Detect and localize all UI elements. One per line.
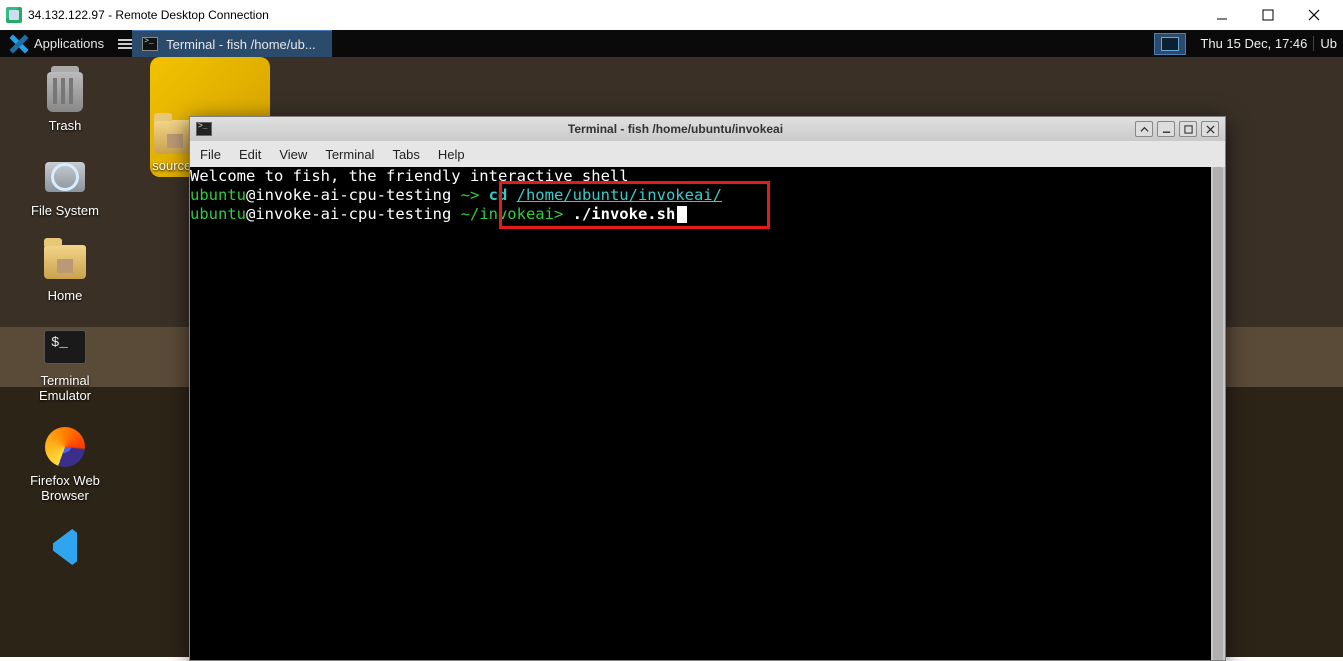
terminal-scrollbar[interactable] xyxy=(1211,167,1225,660)
applications-label: Applications xyxy=(34,36,104,51)
vscode-icon xyxy=(45,527,85,567)
trash-icon xyxy=(47,72,83,112)
terminal-prompt-line: ubuntu@invoke-ai-cpu-testing ~> cd /home… xyxy=(190,186,1225,205)
desktop-icon-firefox[interactable]: Firefox WebBrowser xyxy=(30,425,100,503)
drive-icon xyxy=(45,162,85,192)
menu-tabs[interactable]: Tabs xyxy=(392,147,419,162)
desktop-icon-filesystem[interactable]: File System xyxy=(31,155,99,218)
rdp-title-bar: 34.132.122.97 - Remote Desktop Connectio… xyxy=(0,0,1343,30)
menu-terminal[interactable]: Terminal xyxy=(325,147,374,162)
window-rollup-button[interactable] xyxy=(1135,121,1153,137)
desktop-icon-label: Trash xyxy=(49,118,82,133)
desktop-icon-trash[interactable]: Trash xyxy=(41,70,89,133)
desktop-icon-vscode[interactable] xyxy=(41,525,89,569)
desktop-icon-label: File System xyxy=(31,203,99,218)
window-minimize-button[interactable] xyxy=(1157,121,1175,137)
desktop-icon-terminal[interactable]: TerminalEmulator xyxy=(39,325,91,403)
applications-menu[interactable]: Applications xyxy=(0,30,114,57)
desktop-icon-label: Home xyxy=(48,288,83,303)
panel-user-fragment: Ub xyxy=(1313,36,1343,51)
menu-help[interactable]: Help xyxy=(438,147,465,162)
window-maximize-button[interactable] xyxy=(1179,121,1197,137)
xfce-logo-icon xyxy=(10,35,28,53)
terminal-icon xyxy=(196,122,212,136)
terminal-title-text: Terminal - fish /home/ubuntu/invokeai xyxy=(220,122,1131,136)
menu-view[interactable]: View xyxy=(279,147,307,162)
xfce-panel: Applications Terminal - fish /home/ub...… xyxy=(0,30,1343,57)
folder-icon xyxy=(44,245,86,279)
taskbar-item-label: Terminal - fish /home/ub... xyxy=(166,37,316,52)
rdp-close-button[interactable] xyxy=(1291,0,1337,30)
terminal-icon xyxy=(142,37,158,51)
terminal-menu-bar: File Edit View Terminal Tabs Help xyxy=(190,141,1225,167)
rdp-maximize-button[interactable] xyxy=(1245,0,1291,30)
rdp-minimize-button[interactable] xyxy=(1199,0,1245,30)
menu-edit[interactable]: Edit xyxy=(239,147,261,162)
window-close-button[interactable] xyxy=(1201,121,1219,137)
terminal-emulator-icon xyxy=(44,330,86,364)
taskbar-item-terminal[interactable]: Terminal - fish /home/ub... xyxy=(132,30,332,57)
firefox-icon xyxy=(45,427,85,467)
terminal-body[interactable]: Welcome to fish, the friendly interactiv… xyxy=(190,167,1225,660)
menu-file[interactable]: File xyxy=(200,147,221,162)
desktop-icon-label: Firefox WebBrowser xyxy=(30,473,100,503)
terminal-prompt-line: ubuntu@invoke-ai-cpu-testing ~/invokeai>… xyxy=(190,205,1225,224)
terminal-window: Terminal - fish /home/ubuntu/invokeai Fi… xyxy=(189,116,1226,661)
desktop-icon-home[interactable]: Home xyxy=(41,240,89,303)
rdp-title: 34.132.122.97 - Remote Desktop Connectio… xyxy=(28,8,269,22)
terminal-output-line: Welcome to fish, the friendly interactiv… xyxy=(190,167,629,185)
terminal-cursor xyxy=(677,206,687,223)
panel-clock[interactable]: Thu 15 Dec, 17:46 xyxy=(1194,36,1313,51)
tray-terminal-icon[interactable] xyxy=(1154,33,1186,55)
desktop-icons: Trash File System Home TerminalEmulator … xyxy=(0,70,130,569)
terminal-title-bar[interactable]: Terminal - fish /home/ubuntu/invokeai xyxy=(190,117,1225,141)
desktop-icon-label: TerminalEmulator xyxy=(39,373,91,403)
rdp-icon xyxy=(6,7,22,23)
panel-separator-icon xyxy=(118,39,132,49)
linux-desktop: Applications Terminal - fish /home/ub...… xyxy=(0,30,1343,657)
